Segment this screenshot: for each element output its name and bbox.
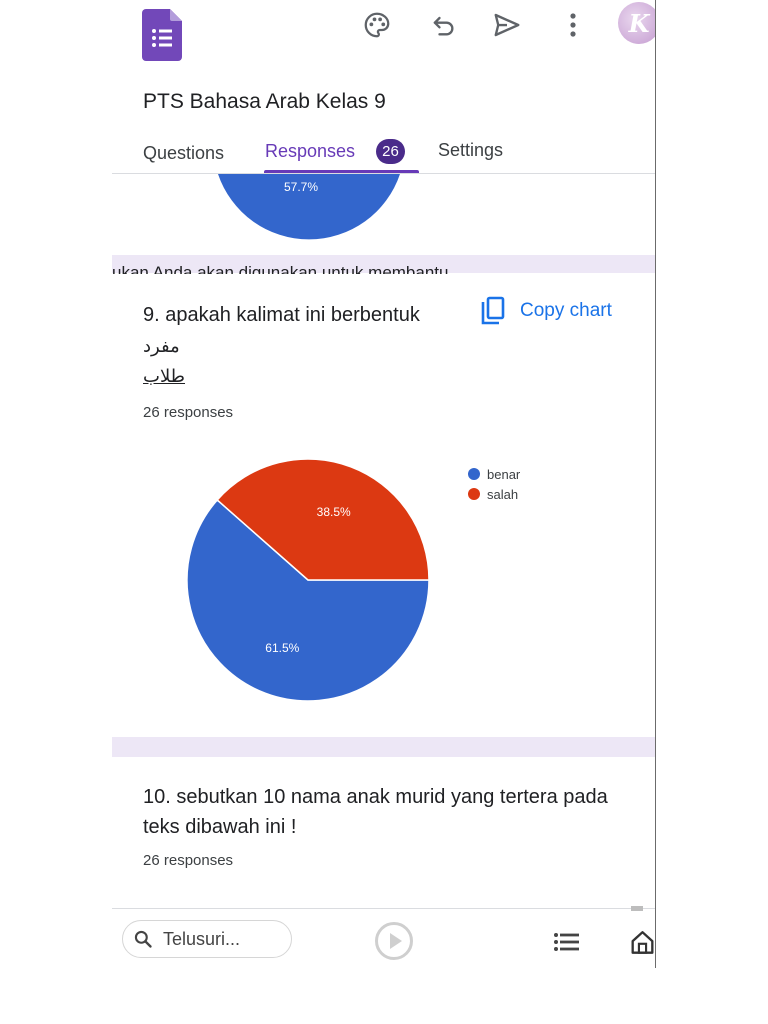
search-bar[interactable]: Telusuri... [122, 920, 292, 958]
legend-label-benar: benar [487, 466, 521, 482]
send-icon[interactable] [490, 8, 524, 42]
cut-off-description: ukan Anda akan digunakan untuk membantu [112, 263, 449, 274]
legend-dot-salah [468, 488, 480, 500]
palette-icon[interactable] [360, 8, 394, 42]
question-10-title: 10. sebutkan 10 nama anak murid yang ter… [143, 786, 608, 838]
home-icon[interactable] [630, 927, 655, 957]
question-9-response-count: 26 responses [143, 404, 234, 421]
copy-chart-label: Copy chart [520, 300, 612, 321]
question-9-arabic-line1: مفرد [143, 336, 180, 357]
responses-count-badge: 26 [376, 139, 405, 164]
forms-screen: K PTS Bahasa Arab Kelas 9 Questions Resp… [112, 0, 656, 968]
copy-icon [481, 296, 505, 325]
avatar-letter: K [628, 8, 650, 38]
tab-settings[interactable]: Settings [438, 140, 503, 161]
form-title: PTS Bahasa Arab Kelas 9 [143, 90, 386, 113]
legend-item-benar: benar [468, 464, 520, 484]
question-9-legend: benar salah [468, 464, 520, 504]
legend-label-salah: salah [487, 486, 519, 502]
question-9-arabic-line2: طلاب [143, 366, 186, 387]
pie-label-salah: 38.5% [317, 505, 351, 519]
more-vert-icon[interactable] [556, 8, 590, 42]
play-icon[interactable] [374, 921, 414, 961]
pie-label-benar: 61.5% [265, 641, 299, 655]
search-icon [134, 930, 152, 948]
avatar[interactable]: K [618, 2, 655, 44]
search-placeholder: Telusuri... [163, 928, 241, 949]
legend-dot-benar [468, 468, 480, 480]
scrollbar-thumb[interactable] [631, 906, 643, 911]
tab-questions[interactable]: Questions [143, 143, 224, 164]
list-icon[interactable] [552, 928, 582, 956]
question-9-pie-chart: 61.5% 38.5% [186, 458, 430, 702]
undo-icon[interactable] [426, 8, 460, 42]
question-9-title: 9. apakah kalimat ini berbentuk [143, 304, 420, 326]
section-gap-2 [112, 737, 655, 757]
copy-chart-button[interactable]: Copy chart [480, 296, 612, 326]
previous-pie-chart: 57.7% [218, 174, 400, 240]
forms-app-icon[interactable] [142, 9, 182, 61]
previous-slice-label: 57.7% [284, 180, 318, 194]
legend-item-salah: salah [468, 484, 520, 504]
tab-responses[interactable]: Responses [265, 141, 355, 162]
bottom-bar-divider [112, 908, 655, 909]
previous-question-card: 57.7% [112, 174, 655, 255]
question-10-response-count: 26 responses [143, 852, 234, 869]
